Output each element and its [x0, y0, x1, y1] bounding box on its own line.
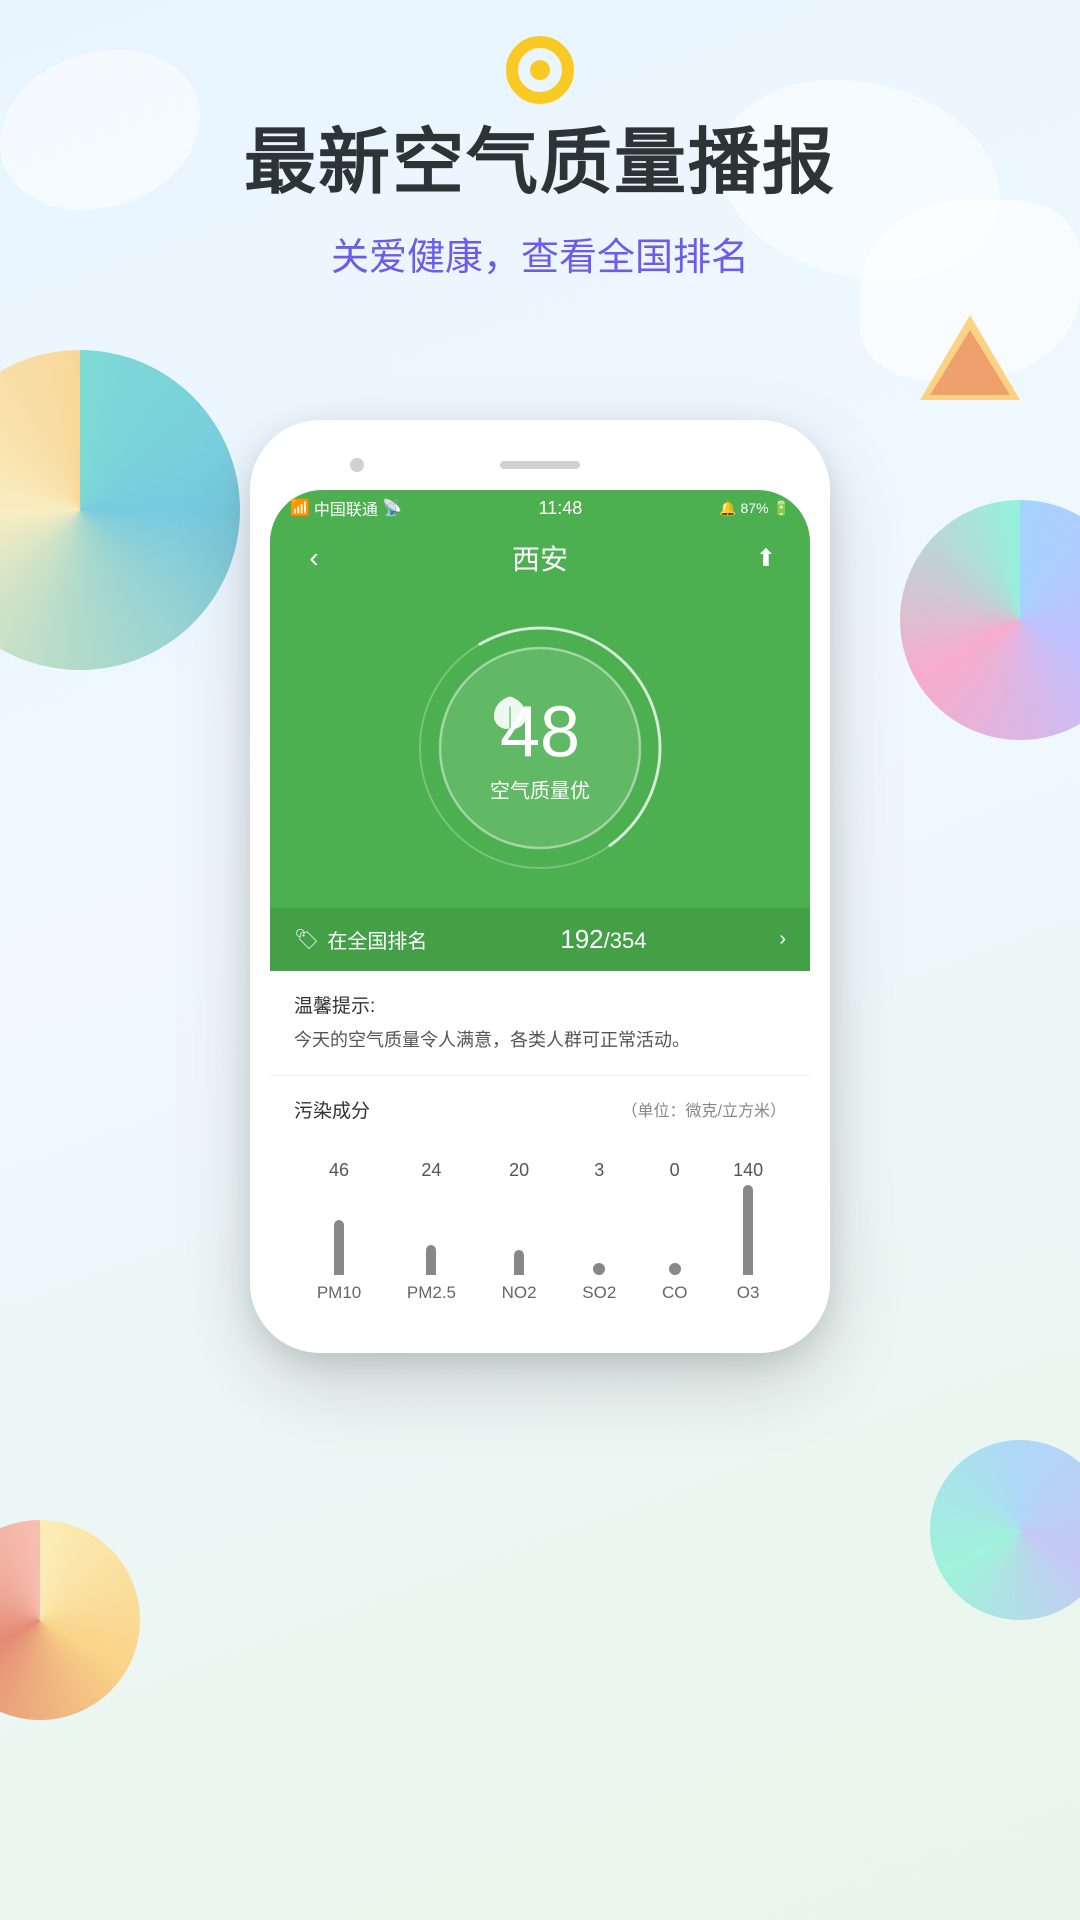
pollutant-label-so2: SO2: [582, 1283, 616, 1303]
ranking-label: 在全国排名: [327, 925, 427, 954]
sun-icon: [500, 30, 580, 110]
status-battery: 🔔 87% 🔋: [719, 500, 790, 517]
pollutants-header: 污染成分 （单位：微克/立方米）: [294, 1096, 786, 1123]
status-time: 11:48: [539, 498, 583, 519]
pollutant-value-no2: 20: [509, 1160, 529, 1181]
ranking-bar[interactable]: 🏷 在全国排名 192/354 ›: [270, 908, 810, 971]
app-header: ‹ 西安 ⬆: [270, 526, 810, 598]
chevron-right-icon: ›: [779, 928, 786, 951]
pollutants-title: 污染成分: [294, 1096, 370, 1123]
tips-content: 今天的空气质量令人满意，各类人群可正常活动。: [294, 1026, 786, 1055]
pollutant-pm10: 46 PM10: [317, 1160, 361, 1303]
pollutant-bar-dot-so2: [593, 1263, 605, 1275]
header-area: 最新空气质量播报 关爱健康，查看全国排名: [0, 120, 1080, 281]
pollutant-label-o3: O3: [737, 1283, 760, 1303]
pollutant-value-o3: 140: [733, 1160, 763, 1181]
alarm-icon: 🔔: [719, 500, 736, 517]
pollutant-bar-container-o3: [743, 1185, 753, 1275]
top-icon-area: [0, 30, 1080, 110]
pollutant-so2: 3 SO2: [582, 1160, 616, 1303]
pollutant-bar-dot-co: [669, 1263, 681, 1275]
triangle-decoration: [915, 310, 1025, 410]
pollutant-bar-container-co: [669, 1185, 681, 1275]
pollutant-bar-container-pm10: [334, 1185, 344, 1275]
status-bar: 📶 中国联通 📡 11:48 🔔 87% 🔋: [270, 490, 810, 526]
pollutant-co: 0 CO: [662, 1160, 688, 1303]
pollutant-label-pm10: PM10: [317, 1283, 361, 1303]
pollutant-no2: 20 NO2: [502, 1160, 537, 1303]
tips-title: 温馨提示:: [294, 991, 786, 1018]
phone-top-bar: [270, 440, 810, 490]
battery-icon: 🔋: [773, 500, 790, 517]
back-button[interactable]: ‹: [294, 542, 334, 574]
bg-circle-bottom-left: [0, 1520, 140, 1720]
main-title: 最新空气质量播报: [0, 120, 1080, 206]
main-subtitle: 关爱健康，查看全国排名: [0, 226, 1080, 281]
ranking-left: 🏷 在全国排名: [294, 925, 427, 954]
pollutant-bar-container-no2: [514, 1185, 524, 1275]
pollutant-pm2.5: 24 PM2.5: [407, 1160, 456, 1303]
pollutant-o3: 140 O3: [733, 1160, 763, 1303]
pollutant-value-co: 0: [670, 1160, 680, 1181]
phone-camera: [350, 458, 364, 472]
pollutants-chart: 46 PM10 24 PM2.5 20 NO2 3 SO2 0 CO 140 O3: [294, 1143, 786, 1303]
phone-speaker: [500, 461, 580, 469]
bg-circle-right: [900, 500, 1080, 740]
signal-icon: 📶: [290, 498, 310, 518]
pollutant-bar-o3: [743, 1185, 753, 1275]
pollutant-bar-container-so2: [593, 1185, 605, 1275]
aqi-gauge: 48 空气质量优: [410, 618, 670, 878]
bg-circle-left: [0, 350, 240, 670]
pollutants-unit: （单位：微克/立方米）: [622, 1097, 786, 1121]
pollutant-bar-pm10: [334, 1220, 344, 1275]
status-carrier: 📶 中国联通 📡: [290, 496, 402, 520]
wifi-icon: 📡: [382, 498, 402, 518]
phone-mockup: 📶 中国联通 📡 11:48 🔔 87% 🔋 ‹ 西安 ⬆: [250, 420, 830, 1353]
aqi-area: 48 空气质量优: [270, 598, 810, 908]
tips-section: 温馨提示: 今天的空气质量令人满意，各类人群可正常活动。: [270, 971, 810, 1076]
pollutant-value-so2: 3: [594, 1160, 604, 1181]
pollutant-value-pm2.5: 24: [421, 1160, 441, 1181]
ranking-total: 354: [610, 928, 647, 953]
ranking-number: 192/354: [560, 924, 646, 955]
bookmark-icon: 🏷: [294, 927, 319, 952]
aqi-status: 空气质量优: [490, 775, 590, 804]
pollutants-section: 污染成分 （单位：微克/立方米） 46 PM10 24 PM2.5 20 NO2 3 SO2 0…: [270, 1076, 810, 1333]
city-title: 西安: [512, 538, 568, 578]
pollutant-label-no2: NO2: [502, 1283, 537, 1303]
share-button[interactable]: ⬆: [746, 544, 786, 573]
pollutant-bar-pm2.5: [426, 1245, 436, 1275]
pollutant-bar-container-pm2.5: [426, 1185, 436, 1275]
pollutant-label-pm2.5: PM2.5: [407, 1283, 456, 1303]
bg-shape-bottom-right: [930, 1440, 1080, 1620]
pollutant-label-co: CO: [662, 1283, 688, 1303]
ranking-current: 192: [560, 924, 603, 954]
aqi-inner: 48 空气质量优: [490, 693, 590, 804]
pollutant-bar-no2: [514, 1250, 524, 1275]
pollutant-value-pm10: 46: [329, 1160, 349, 1181]
